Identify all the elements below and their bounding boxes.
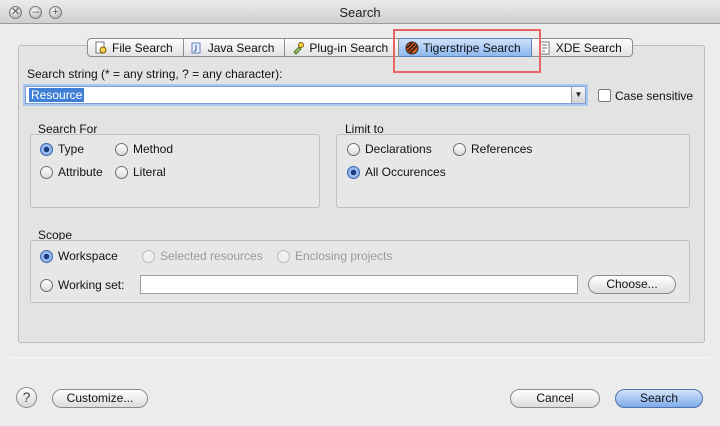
footer-divider — [10, 357, 710, 358]
radio-label: Literal — [133, 165, 166, 179]
window-title: Search — [339, 5, 381, 20]
customize-button[interactable]: Customize... — [52, 389, 148, 408]
radio-label: Declarations — [365, 142, 432, 156]
tab-java-search[interactable]: Java Search — [183, 38, 286, 57]
tab-label: File Search — [112, 40, 173, 55]
radio-icon — [115, 165, 128, 179]
radio-enclosing-projects: Enclosing projects — [277, 249, 392, 263]
radio-selected-icon — [40, 249, 53, 263]
radio-icon — [40, 278, 53, 292]
working-set-input[interactable] — [140, 275, 578, 294]
case-sensitive-label: Case sensitive — [615, 89, 694, 103]
radio-label: Method — [133, 142, 174, 156]
radio-icon — [142, 249, 155, 263]
radio-references[interactable]: References — [453, 142, 532, 156]
radio-label: Enclosing projects — [295, 249, 393, 263]
radio-all-occurences[interactable]: All Occurences — [347, 165, 446, 179]
radio-literal[interactable]: Literal — [115, 165, 166, 179]
radio-selected-resources: Selected resources — [142, 249, 263, 263]
radio-icon — [277, 249, 290, 263]
tab-plugin-search[interactable]: Plug-in Search — [285, 38, 400, 57]
file-search-icon — [95, 41, 107, 53]
highlight-annotation — [393, 29, 541, 73]
case-sensitive-checkbox[interactable] — [598, 89, 611, 102]
chevron-down-icon[interactable]: ▼ — [571, 87, 585, 103]
choose-button[interactable]: Choose... — [588, 275, 676, 294]
radio-label: Selected resources — [160, 249, 263, 263]
radio-label: Type — [58, 142, 85, 156]
radio-label: Working set: — [58, 278, 125, 292]
radio-icon — [115, 142, 128, 156]
radio-icon — [347, 142, 360, 156]
radio-method[interactable]: Method — [115, 142, 173, 156]
title-bar: ✕ – + Search — [0, 0, 720, 24]
radio-icon — [40, 165, 53, 179]
radio-attribute[interactable]: Attribute — [40, 165, 103, 179]
search-button[interactable]: Search — [615, 389, 703, 408]
radio-label: References — [471, 142, 533, 156]
tab-label: Java Search — [207, 40, 275, 55]
search-string-value[interactable]: Resource — [29, 88, 85, 102]
radio-icon — [453, 142, 466, 156]
radio-label: All Occurences — [365, 165, 446, 179]
radio-selected-icon — [347, 165, 360, 179]
tab-label: Plug-in Search — [309, 40, 389, 55]
radio-declarations[interactable]: Declarations — [347, 142, 432, 156]
plugin-search-icon — [293, 41, 305, 55]
cancel-button[interactable]: Cancel — [510, 389, 600, 408]
java-search-icon — [191, 42, 201, 53]
search-string-combo[interactable]: Resource ▼ — [25, 86, 586, 104]
search-tabs: File Search Java Search Plug-in Search T… — [87, 38, 633, 58]
help-icon[interactable]: ? — [16, 387, 37, 408]
radio-selected-icon — [40, 142, 53, 156]
tab-file-search[interactable]: File Search — [87, 38, 184, 57]
radio-type[interactable]: Type — [40, 142, 84, 156]
search-string-label: Search string (* = any string, ? = any c… — [27, 67, 283, 81]
radio-label: Workspace — [58, 249, 118, 263]
tab-xde-search[interactable]: XDE Search — [531, 38, 633, 57]
radio-label: Attribute — [58, 165, 103, 179]
tab-label: XDE Search — [555, 40, 622, 55]
radio-working-set[interactable]: Working set: — [40, 278, 124, 292]
radio-workspace[interactable]: Workspace — [40, 249, 118, 263]
